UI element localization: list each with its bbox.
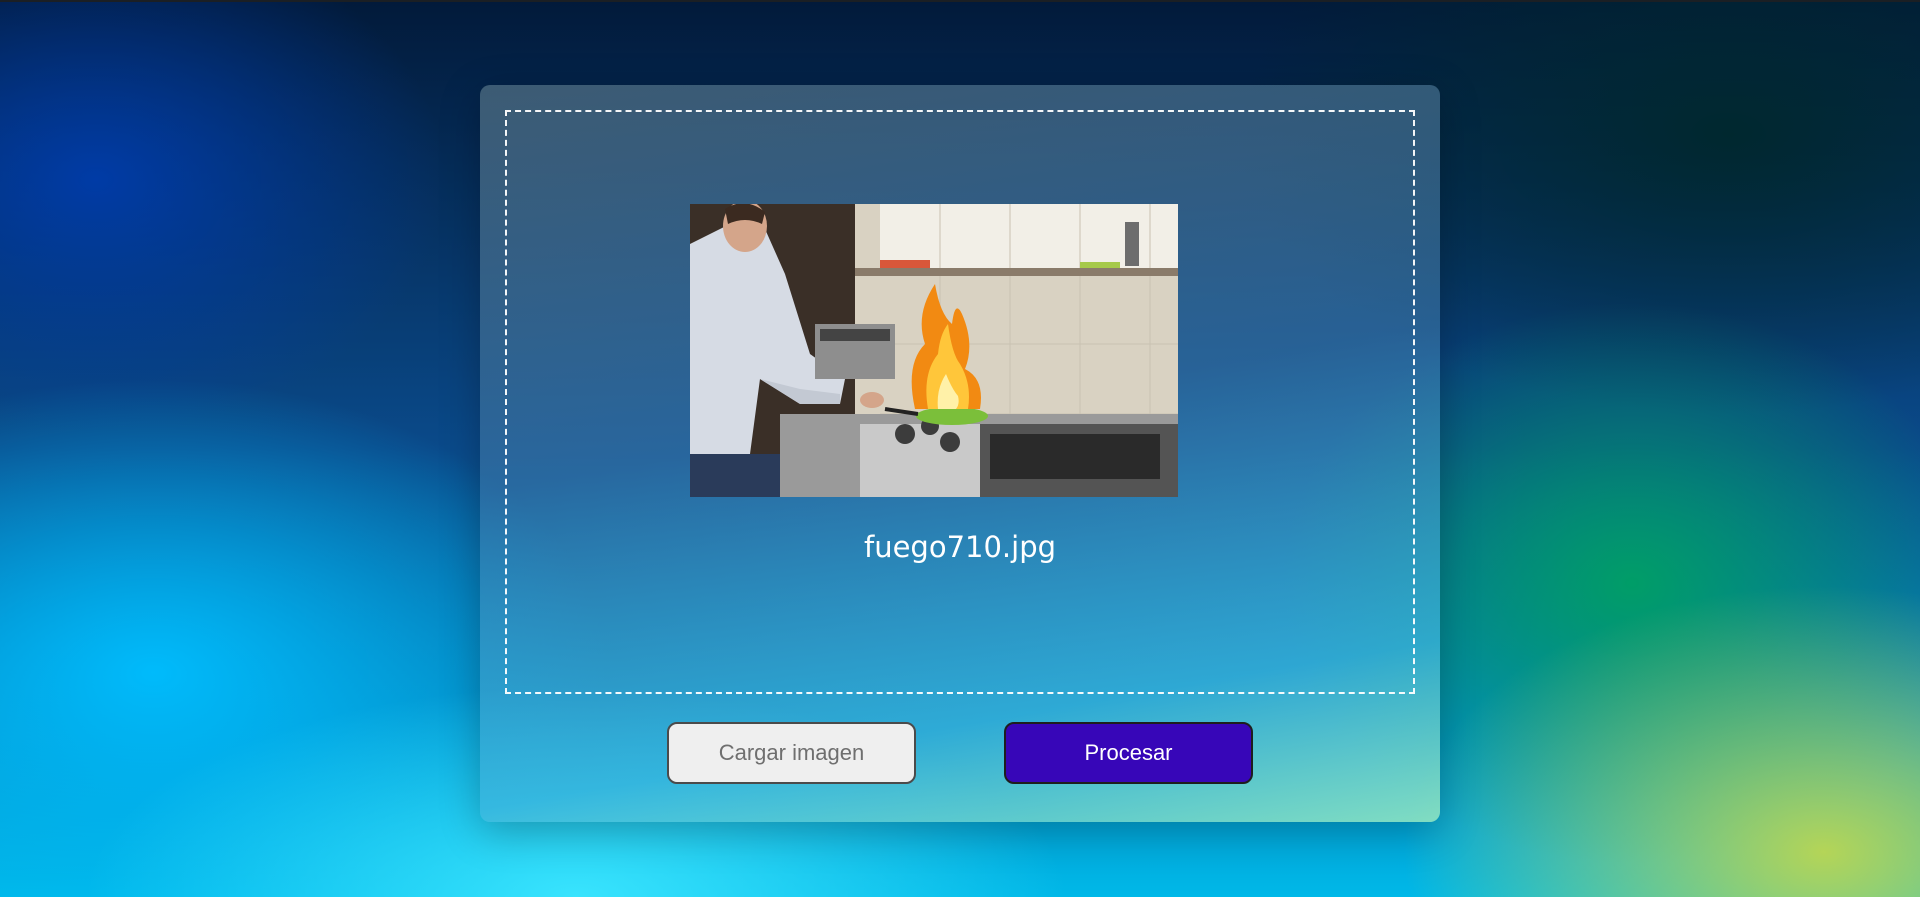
load-image-button[interactable]: Cargar imagen: [667, 722, 916, 784]
preview-image-chef-fire: [690, 204, 1178, 497]
uploaded-filename: fuego710.jpg: [863, 530, 1057, 564]
process-button[interactable]: Procesar: [1004, 722, 1253, 784]
top-window-strip: [0, 0, 1920, 2]
image-preview: [690, 204, 1178, 497]
